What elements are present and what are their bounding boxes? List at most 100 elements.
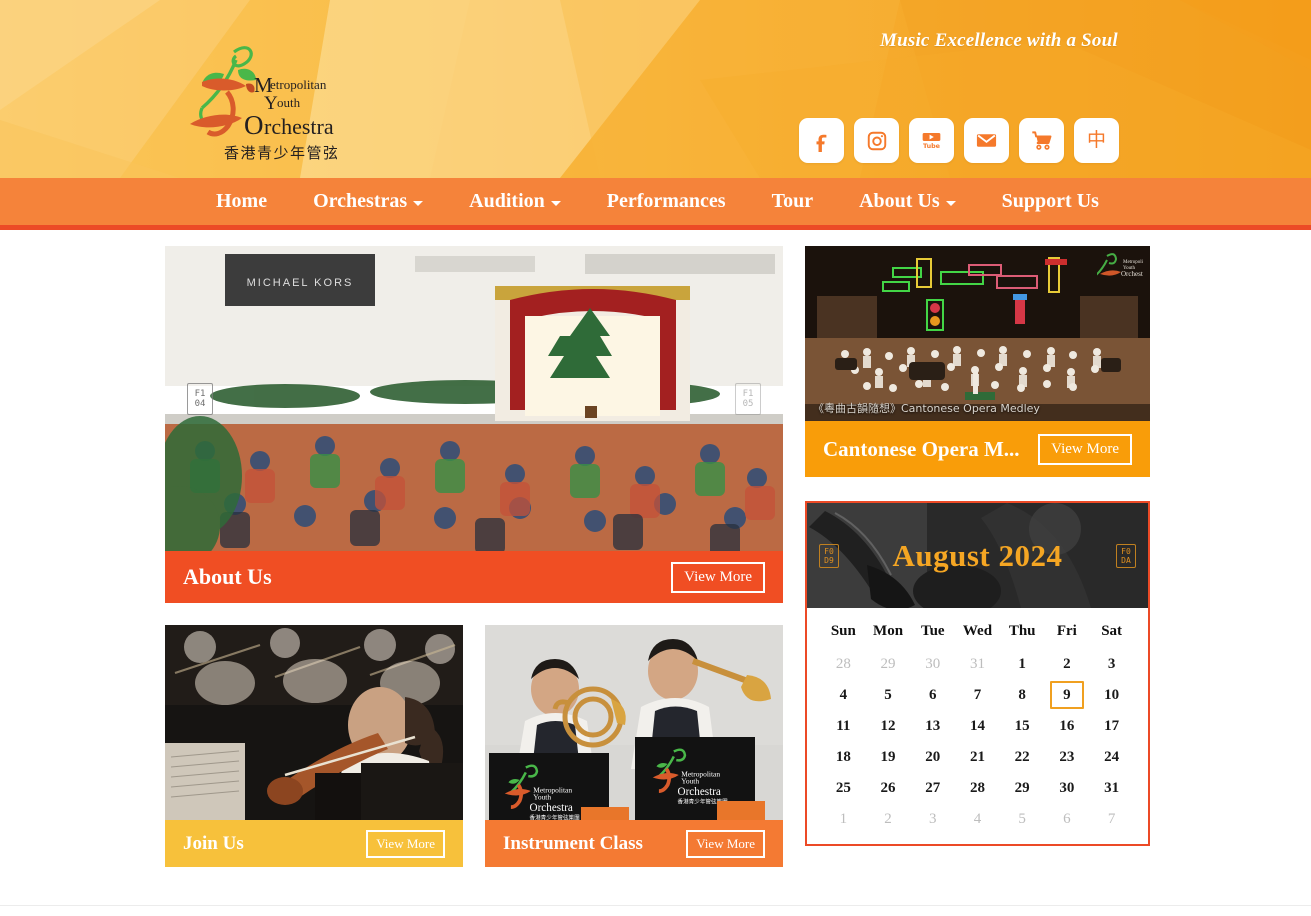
calendar-day-cell[interactable]: 13 [910,710,955,741]
calendar-day-cell[interactable]: 31 [955,648,1000,679]
calendar-day-cell[interactable]: 20 [910,741,955,772]
calendar-day-cell[interactable]: 1 [821,803,866,834]
svg-text:Youth: Youth [681,777,699,786]
chevron-down-icon [550,201,561,206]
nav-label: Orchestras [313,190,408,212]
instrument-class-card[interactable]: Metropolitan Youth Orchestra 香港青少年管弦樂團 M… [485,625,783,867]
calendar-day-cell[interactable]: 9 [1045,679,1090,710]
calendar-day-cell[interactable]: 30 [910,648,955,679]
calendar-day-label: 5 [884,686,892,703]
calendar-day-cell[interactable]: 4 [821,679,866,710]
cart-icon[interactable] [1019,118,1064,163]
calendar-table: Sun Mon Tue Wed Thu Fri Sat 28 29 30 31 1 2 3 4… [821,620,1134,834]
calendar-day-cell[interactable]: 29 [866,648,911,679]
calendar-day-label: 30 [1059,779,1075,796]
calendar-day-label: 31 [969,655,985,672]
site-tagline: Music Excellence with a Soul [880,30,1118,51]
calendar-day-cell[interactable]: 25 [821,772,866,803]
right-column: Metropolitan Youth Orchestra 《粵曲古韻隨想》Can… [805,246,1150,867]
calendar-day-cell[interactable]: 1 [1000,648,1045,679]
calendar-day-cell[interactable]: 4 [955,803,1000,834]
calendar-day-label: 6 [929,686,937,703]
carousel-prev-button[interactable]: F1 04 [187,382,213,415]
email-icon[interactable] [964,118,1009,163]
calendar-day-cell[interactable]: 11 [821,710,866,741]
nav-item-orchestras[interactable]: Orchestras [290,178,446,225]
calendar-day-cell[interactable]: 7 [1089,803,1134,834]
youtube-icon[interactable]: Tube [909,118,954,163]
calendar-day-cell[interactable]: 27 [910,772,955,803]
calendar-day-label: 11 [836,717,851,734]
calendar-day-cell[interactable]: 2 [1045,648,1090,679]
calendar-day-label: 3 [1107,655,1116,672]
video-view-more-button[interactable]: View More [1038,433,1132,465]
nav-item-audition[interactable]: Audition [446,178,584,225]
language-icon[interactable]: 中 [1074,118,1119,163]
about-us-view-more-button[interactable]: View More [671,561,765,593]
calendar-day-cell[interactable]: 7 [955,679,1000,710]
calendar-day-cell[interactable]: 14 [955,710,1000,741]
calendar-day-cell[interactable]: 22 [1000,741,1045,772]
calendar-day-cell[interactable]: 15 [1000,710,1045,741]
calendar-week-row: 28 29 30 31 1 2 3 [821,648,1134,679]
svg-text:O: O [244,110,264,140]
calendar-weekday: Tue [920,623,945,639]
nav-label: Home [216,190,268,212]
calendar-day-label: 3 [929,810,937,827]
nav-item-support-us[interactable]: Support Us [979,178,1122,225]
carousel-prev-code: F1 04 [194,388,206,409]
calendar-day-label: 30 [925,655,941,672]
calendar-day-cell[interactable]: 3 [1089,648,1134,679]
instagram-icon[interactable] [854,118,899,163]
calendar-day-cell[interactable]: 6 [910,679,955,710]
about-us-card[interactable]: MICHAEL KORS F1 04 F1 05 About Us View M… [165,246,783,603]
events-calendar: F0 D9 August 2024 F0 DA Sun Mon Tue Wed … [805,501,1150,846]
calendar-day-cell[interactable]: 2 [866,803,911,834]
calendar-day-cell[interactable]: 21 [955,741,1000,772]
calendar-week-row: 1 2 3 4 5 6 7 [821,803,1134,834]
calendar-day-cell[interactable]: 8 [1000,679,1045,710]
calendar-day-cell[interactable]: 29 [1000,772,1045,803]
calendar-day-cell[interactable]: 16 [1045,710,1090,741]
join-us-image [165,625,463,820]
calendar-day-cell[interactable]: 28 [955,772,1000,803]
calendar-day-cell[interactable]: 23 [1045,741,1090,772]
calendar-day-cell[interactable]: 3 [910,803,955,834]
nav-item-performances[interactable]: Performances [584,178,749,225]
calendar-prev-button[interactable]: F0 D9 [819,543,839,568]
nav-item-home[interactable]: Home [193,178,290,225]
video-caption-bar: Cantonese Opera M... View More [805,421,1150,477]
calendar-day-cell[interactable]: 28 [821,648,866,679]
video-card[interactable]: Metropolitan Youth Orchestra 《粵曲古韻隨想》Can… [805,246,1150,477]
instrument-class-caption-bar: Instrument Class View More [485,820,783,867]
chevron-down-icon [413,201,424,206]
calendar-day-cell[interactable]: 5 [866,679,911,710]
facebook-icon[interactable] [799,118,844,163]
calendar-next-button[interactable]: F0 DA [1116,543,1136,568]
calendar-day-cell[interactable]: 18 [821,741,866,772]
join-us-view-more-button[interactable]: View More [366,829,445,858]
calendar-day-cell[interactable]: 26 [866,772,911,803]
join-us-card[interactable]: Join Us View More [165,625,463,867]
instrument-class-view-more-button[interactable]: View More [686,829,765,858]
calendar-day-cell[interactable]: 17 [1089,710,1134,741]
calendar-day-cell[interactable]: 31 [1089,772,1134,803]
calendar-day-cell[interactable]: 10 [1089,679,1134,710]
site-logo[interactable]: M etropolitan Y outh O rchestra 香港青少年管弦樂… [172,30,337,170]
video-thumbnail[interactable]: Metropolitan Youth Orchestra 《粵曲古韻隨想》Can… [805,246,1150,421]
calendar-day-label: 9 [1049,680,1084,709]
nav-label: Support Us [1001,190,1099,212]
calendar-day-cell[interactable]: 30 [1045,772,1090,803]
calendar-day-cell[interactable]: 6 [1045,803,1090,834]
calendar-day-label: 15 [1014,717,1030,734]
nav-item-about-us[interactable]: About Us [836,178,979,225]
carousel-next-button[interactable]: F1 05 [735,382,761,415]
calendar-day-label: 4 [973,810,982,827]
nav-item-tour[interactable]: Tour [749,178,837,225]
calendar-day-label: 18 [835,748,851,765]
calendar-day-cell[interactable]: 12 [866,710,911,741]
calendar-day-cell[interactable]: 19 [866,741,911,772]
calendar-day-label: 1 [1018,655,1026,672]
calendar-day-cell[interactable]: 24 [1089,741,1134,772]
calendar-day-cell[interactable]: 5 [1000,803,1045,834]
